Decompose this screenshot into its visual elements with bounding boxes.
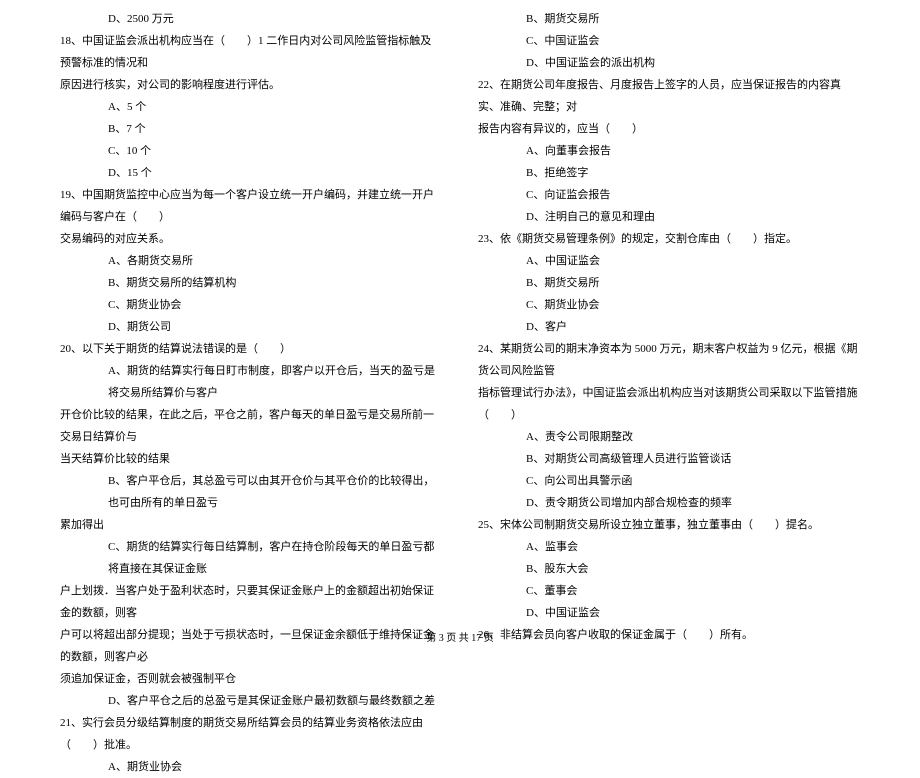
q18-text-line1: 18、中国证监会派出机构应当在（ ）1 二作日内对公司风险监管指标触及预警标准的…: [60, 30, 442, 74]
q23-option-c: C、期货业协会: [478, 294, 860, 316]
q24-option-b: B、对期货公司高级管理人员进行监管谈话: [478, 448, 860, 470]
q19-option-b: B、期货交易所的结算机构: [60, 272, 442, 294]
q18-option-b: B、7 个: [60, 118, 442, 140]
q25-text-line1: 25、宋体公司制期货交易所设立独立董事，独立董事由（ ）提名。: [478, 514, 860, 536]
q18-option-c: C、10 个: [60, 140, 442, 162]
q19-option-c: C、期货业协会: [60, 294, 442, 316]
q19-text-line1: 19、中国期货监控中心应当为每一个客户设立统一开户编码，并建立统一开户编码与客户…: [60, 184, 442, 228]
q23-option-a: A、中国证监会: [478, 250, 860, 272]
q22-option-b: B、拒绝签字: [478, 162, 860, 184]
left-column: D、2500 万元 18、中国证监会派出机构应当在（ ）1 二作日内对公司风险监…: [20, 8, 460, 625]
q22-text-line2: 报告内容有异议的，应当（ ）: [478, 118, 860, 140]
right-column: B、期货交易所 C、中国证监会 D、中国证监会的派出机构 22、在期货公司年度报…: [460, 8, 900, 625]
q18-option-a: A、5 个: [60, 96, 442, 118]
q19-option-d: D、期货公司: [60, 316, 442, 338]
q18-option-d: D、15 个: [60, 162, 442, 184]
q23-option-d: D、客户: [478, 316, 860, 338]
q20-option-c-line2: 户上划拨．当客户处于盈利状态时，只要其保证金账户上的金额超出初始保证金的数额，则…: [60, 580, 442, 624]
q19-text-line2: 交易编码的对应关系。: [60, 228, 442, 250]
q25-option-b: B、股东大会: [478, 558, 860, 580]
q22-option-c: C、向证监会报告: [478, 184, 860, 206]
q19-option-a: A、各期货交易所: [60, 250, 442, 272]
q21-text-line1: 21、实行会员分级结算制度的期货交易所结算会员的结算业务资格依法应由（ ）批准。: [60, 712, 442, 756]
q20-text-line1: 20、以下关于期货的结算说法错误的是（ ）: [60, 338, 442, 360]
q20-option-a-line1: A、期货的结算实行每日盯市制度，即客户以开仓后，当天的盈亏是将交易所结算价与客户: [60, 360, 442, 404]
q25-option-c: C、董事会: [478, 580, 860, 602]
q21-option-b: B、期货交易所: [478, 8, 860, 30]
q17-option-d: D、2500 万元: [60, 8, 442, 30]
q20-option-a-line2: 开仓价比较的结果，在此之后，平仓之前，客户每天的单日盈亏是交易所前一交易日结算价…: [60, 404, 442, 448]
q23-text-line1: 23、依《期货交易管理条例》的规定，交割仓库由（ ）指定。: [478, 228, 860, 250]
q20-option-c-line1: C、期货的结算实行每日结算制，客户在持仓阶段每天的单日盈亏都将直接在其保证金账: [60, 536, 442, 580]
q25-option-d: D、中国证监会: [478, 602, 860, 624]
q18-text-line2: 原因进行核实，对公司的影响程度进行评估。: [60, 74, 442, 96]
q24-option-d: D、责令期货公司增加内部合规检查的频率: [478, 492, 860, 514]
q24-text-line2: 指标管理试行办法》，中国证监会派出机构应当对该期货公司采取以下监管措施（ ）: [478, 382, 860, 426]
q20-option-b-line2: 累加得出: [60, 514, 442, 536]
q24-option-a: A、责令公司限期整改: [478, 426, 860, 448]
q20-option-b-line1: B、客户平仓后，其总盈亏可以由其开仓价与其平仓价的比较得出，也可由所有的单日盈亏: [60, 470, 442, 514]
q25-option-a: A、监事会: [478, 536, 860, 558]
q20-option-d: D、客户平仓之后的总盈亏是其保证金账户最初数额与最终数额之差: [60, 690, 442, 712]
page-footer: 第 3 页 共 17 页: [0, 629, 920, 644]
page-container: D、2500 万元 18、中国证监会派出机构应当在（ ）1 二作日内对公司风险监…: [0, 0, 920, 650]
q22-text-line1: 22、在期货公司年度报告、月度报告上签字的人员，应当保证报告的内容真实、准确、完…: [478, 74, 860, 118]
q22-option-a: A、向董事会报告: [478, 140, 860, 162]
q24-option-c: C、向公司出具警示函: [478, 470, 860, 492]
q24-text-line1: 24、某期货公司的期末净资本为 5000 万元，期末客户权益为 9 亿元，根据《…: [478, 338, 860, 382]
q21-option-c: C、中国证监会: [478, 30, 860, 52]
q23-option-b: B、期货交易所: [478, 272, 860, 294]
q20-option-c-line4: 须追加保证金，否则就会被强制平仓: [60, 668, 442, 690]
q20-option-a-line3: 当天结算价比较的结果: [60, 448, 442, 470]
q21-option-a: A、期货业协会: [60, 756, 442, 778]
q22-option-d: D、注明自己的意见和理由: [478, 206, 860, 228]
q21-option-d: D、中国证监会的派出机构: [478, 52, 860, 74]
